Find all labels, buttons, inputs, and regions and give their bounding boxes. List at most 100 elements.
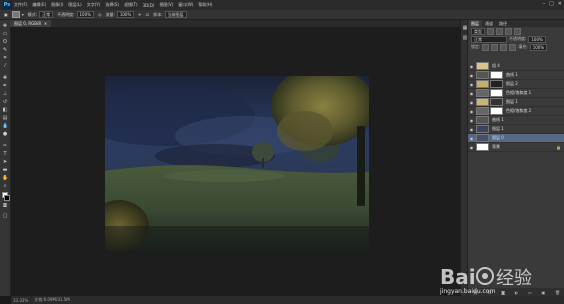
tab-paths[interactable]: 路径 [496,20,510,27]
marquee-tool-icon[interactable]: ▭ [2,32,8,37]
mode-label: 模式: [27,11,38,17]
layer-kind-select[interactable]: 类型 [471,27,485,35]
lock-all-icon[interactable] [509,43,517,51]
opacity-input[interactable]: 100% [76,11,94,18]
menu-3d[interactable]: 3D(D) [143,3,155,8]
quick-select-tool-icon[interactable]: ✎ [2,48,8,53]
visibility-eye-icon[interactable]: ◉ [469,64,474,69]
background-color-swatch[interactable] [4,195,10,201]
tool-preset-icon[interactable]: ▣ [4,12,8,17]
pen-tool-icon[interactable]: ✑ [2,144,8,149]
eyedropper-tool-icon[interactable]: ⁄ [2,64,8,69]
visibility-eye-icon[interactable]: ◉ [469,118,474,123]
layer-mask-thumbnail [490,107,503,115]
gradient-tool-icon[interactable]: ▤ [2,116,8,121]
pressure-opacity-icon[interactable]: ◎ [98,12,102,17]
close-button[interactable]: ✕ [558,1,562,7]
document-tab[interactable]: 图层 0, RGB/8 ✕ [10,20,52,27]
lock-image-icon[interactable] [491,43,499,51]
sample-control: 样本: 当前图层 [153,11,187,18]
minimize-button[interactable]: – [543,1,546,7]
zoom-level[interactable]: 33.33% [13,298,28,303]
watermark-site-text: jingyan.baidu.com [440,288,496,295]
blend-mode-select[interactable]: 正常 [471,35,507,43]
menu-window[interactable]: 窗口(W) [178,2,193,8]
visibility-eye-icon[interactable]: ◉ [469,82,474,87]
lock-position-icon[interactable] [500,43,508,51]
layer-row[interactable]: ◉ 色相/饱和度 2 [468,107,564,116]
crop-tool-icon[interactable]: ⌗ [2,56,8,61]
path-select-tool-icon[interactable]: ➤ [2,160,8,165]
filter-adjustment-icon[interactable] [496,27,503,35]
type-tool-icon[interactable]: T [2,152,8,157]
quick-mask-icon[interactable]: ◘ [2,204,8,209]
layer-row[interactable]: ◉ 图层 1 [468,125,564,134]
healing-brush-tool-icon[interactable]: ✚ [2,76,8,81]
visibility-eye-icon[interactable]: ◉ [469,145,474,150]
screen-mode-icon[interactable]: ▢ [2,214,8,219]
flow-input[interactable]: 100% [116,11,135,18]
layer-mask-thumbnail [490,71,503,79]
layer-row[interactable]: ◉ 图层 1 [468,98,564,107]
menu-help[interactable]: 帮助(H) [198,2,212,8]
layer-row[interactable]: ◉ 曲线 1 [468,71,564,80]
layer-filter-row: 类型 [468,27,564,35]
lasso-tool-icon[interactable]: ʘ [2,40,8,45]
layer-name: 色相/饱和度 2 [506,108,532,113]
menu-type[interactable]: 文字(Y) [87,2,101,8]
layer-opacity-input[interactable]: 100% [528,35,546,43]
menu-select[interactable]: 选择(S) [105,2,119,8]
layer-row[interactable]: ◉ 曲线 1 [468,116,564,125]
shape-tool-icon[interactable]: ▬ [2,168,8,173]
sample-select[interactable]: 当前图层 [164,11,187,18]
visibility-eye-icon[interactable]: ◉ [469,136,474,141]
tab-layers[interactable]: 图层 [468,20,482,27]
history-brush-tool-icon[interactable]: ↺ [2,100,8,105]
menu-filter[interactable]: 滤镜(T) [124,2,138,8]
airbrush-icon[interactable]: ✈ [138,12,141,17]
filter-type-icon[interactable] [505,27,512,35]
tab-channels[interactable]: 通道 [482,20,496,27]
visibility-eye-icon[interactable]: ◉ [469,127,474,132]
mode-select[interactable]: 正常 [39,11,54,18]
filter-shape-icon[interactable] [514,27,521,35]
maximize-button[interactable]: □ [549,1,554,7]
aligned-checkbox[interactable]: ☑ [146,12,150,17]
menu-layer[interactable]: 图层(L) [68,2,81,8]
blur-tool-icon[interactable]: 💧 [2,124,8,129]
filter-pixel-icon[interactable] [487,27,494,35]
document-canvas[interactable] [105,76,369,251]
menu-file[interactable]: 文件(F) [14,2,27,8]
lock-transparent-icon[interactable] [482,43,490,51]
hand-tool-icon[interactable]: ✋ [2,176,8,181]
layer-row-selected[interactable]: ◉ 图层 0 [468,134,564,143]
visibility-eye-icon[interactable]: ◉ [469,91,474,96]
layer-row[interactable]: ◉ 图层 2 [468,80,564,89]
layer-row[interactable]: ◉ 组 4 [468,62,564,71]
visibility-eye-icon[interactable]: ◉ [469,100,474,105]
brush-size-dropdown[interactable]: ▾ [11,11,24,18]
hue-saturation-icon [476,89,489,97]
layer-name: 图层 0 [492,135,504,140]
move-tool-icon[interactable]: ✥ [2,24,8,29]
layer-row[interactable]: ◉ 色相/饱和度 1 [468,89,564,98]
eraser-tool-icon[interactable]: ◧ [2,108,8,113]
visibility-eye-icon[interactable]: ◉ [469,73,474,78]
document-tab-title: 图层 0, RGB/8 [14,21,41,26]
brush-tool-icon[interactable]: ✒ [2,84,8,89]
visibility-eye-icon[interactable]: ◉ [469,109,474,114]
blend-row: 正常 不透明度: 100% [468,35,564,43]
menu-view[interactable]: 视图(V) [159,2,173,8]
zoom-tool-icon[interactable]: ⌕ [2,184,8,189]
menu-edit[interactable]: 编辑(E) [32,2,46,8]
document-info[interactable]: 文档:6.09M/31.5M [34,297,69,303]
clone-stamp-tool-icon[interactable]: ⊥ [2,92,8,97]
layer-row[interactable]: ◉ 背景 🔒 [468,143,564,152]
dodge-tool-icon[interactable]: ● [2,132,8,137]
document-tab-bar: 图层 0, RGB/8 ✕ [10,20,460,28]
layer-mask-thumbnail [490,98,503,106]
tools-panel: ✥ ▭ ʘ ✎ ⌗ ⁄ ✚ ✒ ⊥ ↺ ◧ ▤ 💧 ● ✑ T ➤ ▬ ✋ ⌕ … [0,20,11,296]
document-tab-close-icon[interactable]: ✕ [44,20,47,27]
fill-input[interactable]: 100% [529,43,548,51]
menu-image[interactable]: 图像(I) [51,2,63,8]
